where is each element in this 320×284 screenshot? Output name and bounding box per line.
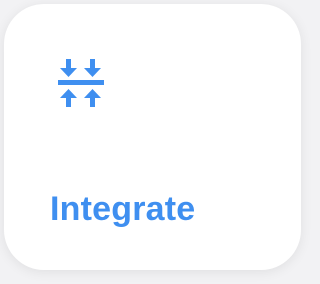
integrate-card[interactable]: Integrate bbox=[4, 4, 301, 270]
merge-vertical-icon bbox=[56, 57, 106, 109]
card-label: Integrate bbox=[50, 190, 196, 228]
